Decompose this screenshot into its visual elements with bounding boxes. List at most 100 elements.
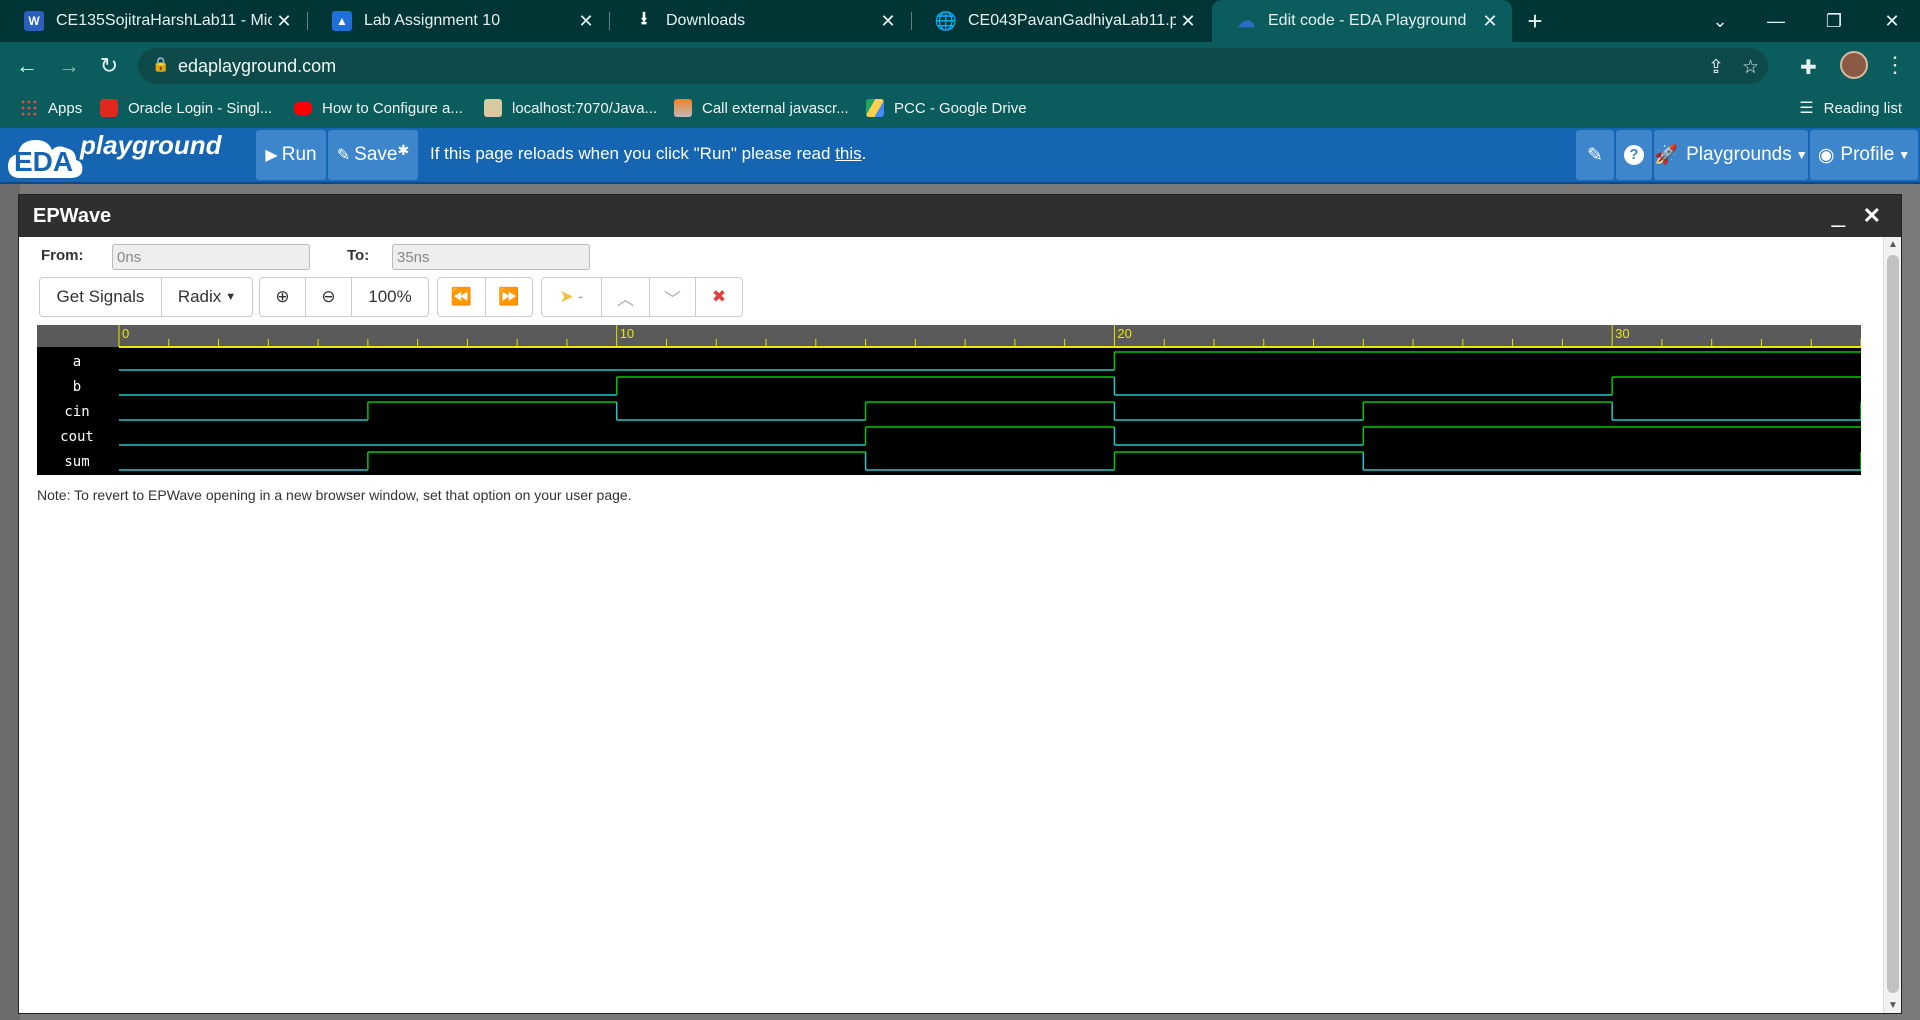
new-tab-button[interactable]: + (1520, 6, 1550, 36)
unsaved-asterisk-icon: ✱ (397, 141, 410, 158)
zoom-in-button[interactable]: ⊕ (260, 278, 306, 316)
from-label: From: (41, 247, 84, 264)
restore-window-button[interactable]: ❐ (1806, 0, 1862, 42)
tab-downloads[interactable]: ⭳ Downloads ✕ (610, 0, 910, 42)
scroll-down-arrow-icon[interactable]: ▼ (1888, 1000, 1898, 1011)
close-icon[interactable]: ✕ (574, 11, 598, 32)
bookmark-stackoverflow[interactable]: Call external javascr... (674, 90, 849, 126)
apps-grid-icon (20, 99, 38, 117)
bookmark-oracle[interactable]: Oracle Login - Singl... (100, 90, 272, 126)
tick-label: 20 (1117, 326, 1131, 341)
close-icon[interactable]: ✕ (1478, 11, 1502, 32)
location-arrow-icon: ➤ (559, 287, 574, 306)
tab-title: CE043PavanGadhiyaLab11.pdf (968, 12, 1176, 29)
epwave-title: EPWave (33, 205, 112, 227)
bookmark-localhost[interactable]: localhost:7070/Java... (484, 90, 657, 126)
close-window-button[interactable]: ✕ (1864, 0, 1920, 42)
rocket-icon: 🚀 (1654, 145, 1679, 166)
to-input[interactable] (392, 244, 590, 270)
vertical-scrollbar[interactable]: ▲ ▼ (1883, 237, 1901, 1013)
get-signals-button[interactable]: Get Signals (40, 278, 162, 316)
zoom-button-group: ⊕ ⊖ 100% (259, 277, 429, 317)
browser-toolbar: ← → ↻ 🔒 edaplayground.com ⇪ ☆ ✚ ⋮ (0, 42, 1920, 90)
reload-icon[interactable]: ↻ (92, 50, 126, 82)
edit-icon-button[interactable]: ✎ (1576, 130, 1614, 180)
move-down-button[interactable]: ﹀ (650, 278, 696, 316)
radix-dropdown[interactable]: Radix ▼ (162, 278, 252, 316)
close-icon[interactable]: ✕ (876, 11, 900, 32)
avatar[interactable] (1840, 51, 1868, 79)
chevron-down-icon: ﹀ (664, 289, 681, 309)
zoom-out-icon: ⊖ (321, 287, 336, 306)
close-icon[interactable]: ✕ (1176, 11, 1200, 32)
bookmark-youtube[interactable]: How to Configure a... (294, 90, 463, 126)
tab-lab-assignment[interactable]: ▲ Lab Assignment 10 ✕ (308, 0, 608, 42)
signal-name-cout: cout (60, 429, 94, 445)
epwave-note: Note: To revert to EPWave opening in a n… (37, 487, 632, 503)
back-arrow-icon[interactable]: ← (10, 50, 44, 82)
remove-signal-button[interactable]: ✖ (696, 278, 742, 316)
tab-eda-playground[interactable]: ☁ Edit code - EDA Playground ✕ (1212, 0, 1512, 42)
profile-dropdown[interactable]: ◉ Profile ▼ (1810, 130, 1918, 180)
tab-search-icon[interactable]: ⌄ (1692, 0, 1748, 42)
extensions-puzzle-icon[interactable]: ✚ (1800, 55, 1817, 80)
save-label: Save (354, 144, 398, 165)
marker-button[interactable]: ➤ - (542, 278, 602, 316)
word-icon: W (24, 11, 44, 31)
playgrounds-label: Playgrounds (1686, 144, 1792, 165)
message-link[interactable]: this (835, 144, 861, 163)
address-bar[interactable]: 🔒 edaplayground.com ⇪ ☆ (138, 48, 1768, 84)
move-up-button[interactable]: ︿ (602, 278, 650, 316)
bookmark-label: How to Configure a... (322, 99, 463, 117)
run-button[interactable]: ▶ Run (256, 130, 326, 180)
close-icon[interactable]: ✕ (272, 11, 296, 32)
signal-name-b: b (73, 379, 81, 395)
download-icon: ⭳ (640, 8, 648, 28)
minimize-icon[interactable]: _ (1832, 201, 1845, 229)
url-text: edaplayground.com (178, 56, 337, 76)
reading-list-button[interactable]: ☰ Reading list (1799, 90, 1902, 126)
tab-word-doc[interactable]: W CE135SojitraHarshLab11 - Micros ✕ (0, 0, 306, 42)
tick-label: 30 (1615, 326, 1629, 341)
signal-name-a: a (73, 354, 81, 370)
jump-start-button[interactable]: ⏪ (438, 278, 486, 316)
bookmark-apps[interactable]: Apps (20, 90, 82, 126)
scroll-up-arrow-icon[interactable]: ▲ (1888, 239, 1898, 250)
tick-label: 0 (122, 326, 129, 341)
radix-label: Radix (177, 287, 222, 306)
pencil-icon: ✎ (336, 147, 351, 164)
bookmark-label: localhost:7070/Java... (512, 99, 658, 117)
jump-end-button[interactable]: ⏩ (486, 278, 532, 316)
tab-title: CE135SojitraHarshLab11 - Micros (56, 12, 272, 29)
tab-pdf[interactable]: 🌐 CE043PavanGadhiyaLab11.pdf ✕ (912, 0, 1210, 42)
playgrounds-dropdown[interactable]: 🚀 Playgrounds ▼ (1654, 130, 1808, 180)
scrollbar-thumb[interactable] (1887, 255, 1899, 993)
from-input[interactable] (112, 244, 310, 270)
zoom-in-icon: ⊕ (275, 287, 290, 306)
waveform-viewer[interactable]: 0 10 20 30 ab cin cout sum (37, 325, 1861, 475)
star-icon[interactable]: ☆ (1742, 56, 1759, 79)
minimize-window-button[interactable]: — (1748, 0, 1804, 42)
forward-arrow-icon[interactable]: → (52, 50, 86, 82)
stackoverflow-icon (674, 99, 692, 117)
bookmark-label: PCC - Google Drive (894, 99, 1027, 117)
google-drive-icon (866, 99, 884, 117)
bookmark-google-drive[interactable]: PCC - Google Drive (866, 90, 1027, 126)
share-icon[interactable]: ⇪ (1708, 56, 1724, 79)
close-icon[interactable]: ✕ (1863, 203, 1881, 229)
epwave-titlebar: EPWave _ ✕ (19, 195, 1901, 237)
bookmark-label: Call external javascr... (702, 99, 849, 117)
help-button[interactable]: ? (1616, 130, 1652, 180)
user-circle-icon: ◉ (1817, 144, 1835, 166)
eda-cloud-icon: ☁ (1237, 10, 1255, 31)
more-menu-icon[interactable]: ⋮ (1884, 52, 1906, 78)
save-button[interactable]: ✎ Save ✱ (328, 130, 418, 180)
zoom-level-button[interactable]: 100% (352, 278, 428, 316)
to-label: To: (347, 247, 370, 264)
fast-backward-icon: ⏪ (450, 287, 473, 306)
bookmark-label: Apps (48, 99, 83, 117)
bookmark-page-icon (484, 99, 502, 117)
reload-warning-message: If this page reloads when you click "Run… (430, 144, 866, 164)
marker-label: - (577, 287, 584, 306)
zoom-out-button[interactable]: ⊖ (306, 278, 352, 316)
